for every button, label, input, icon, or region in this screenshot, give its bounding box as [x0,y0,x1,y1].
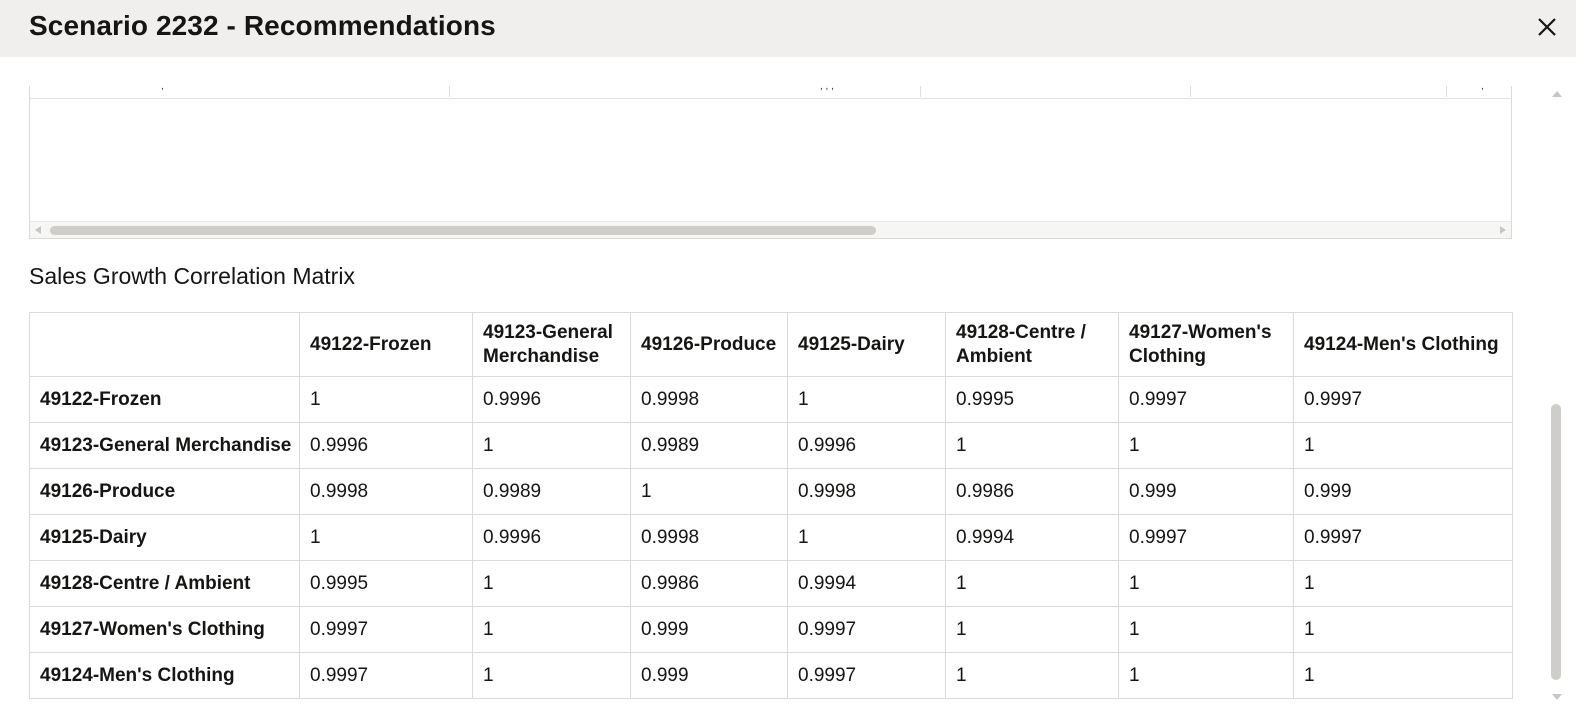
table-cell: 0.9997 [787,652,946,699]
table-cell: 0.9997 [1118,514,1294,561]
table-cell: 1 [1118,422,1294,469]
table-cell: 1 [1293,606,1513,653]
upper-cell-fragment: , , , [820,86,834,92]
upper-grid-row: , , , , , [30,86,1511,99]
table-cell: 0.9994 [945,514,1119,561]
table-row: 49125-Dairy 1 0.9996 0.9998 1 0.9994 0.9… [29,514,1513,561]
upper-grid-cell [921,86,1191,97]
table-cell: 0.9997 [1118,376,1294,423]
dialog-title: Scenario 2232 - Recommendations [29,10,496,41]
table-cell: 0.9997 [299,652,473,699]
table-cell: 1 [787,514,946,561]
table-row: 49123-General Merchandise 0.9996 1 0.998… [29,422,1513,469]
row-header: 49123-General Merchandise [29,422,300,469]
column-header: 49124-Men's Clothing [1293,312,1513,377]
column-header-corner [29,312,300,377]
table-cell: 0.9997 [1293,514,1513,561]
column-header: 49127-Women's Clothing [1118,312,1294,377]
table-cell: 1 [299,376,473,423]
dialog-header: Scenario 2232 - Recommendations [0,0,1576,57]
table-cell: 0.9997 [787,606,946,653]
vertical-scroll-thumb[interactable] [1551,404,1561,680]
row-header: 49125-Dairy [29,514,300,561]
table-cell: 0.9996 [472,376,631,423]
column-header: 49122-Frozen [299,312,473,377]
table-cell: 0.9997 [299,606,473,653]
table-cell: 1 [472,560,631,607]
scroll-down-icon[interactable] [1552,694,1562,700]
table-cell: 1 [1293,652,1513,699]
upper-grid-fragment: , , , , , [29,86,1512,239]
matrix-title: Sales Growth Correlation Matrix [29,263,355,289]
table-cell: 1 [472,652,631,699]
scroll-up-icon[interactable] [1552,91,1562,97]
table-cell: 0.9995 [299,560,473,607]
table-cell: 1 [945,606,1119,653]
table-cell: 1 [1293,560,1513,607]
row-header: 49124-Men's Clothing [29,652,300,699]
row-header: 49122-Frozen [29,376,300,423]
table-cell: 0.9994 [787,560,946,607]
table-cell: 0.9995 [945,376,1119,423]
table-cell: 0.999 [1293,468,1513,515]
column-header: 49125-Dairy [787,312,946,377]
table-cell: 0.999 [1118,468,1294,515]
upper-grid-cell: , , , [450,86,921,97]
table-cell: 0.9998 [630,514,788,561]
table-cell: 1 [945,422,1119,469]
table-cell: 1 [472,422,631,469]
table-row: 49126-Produce 0.9998 0.9989 1 0.9998 0.9… [29,468,1513,515]
scroll-left-icon[interactable] [35,226,41,234]
row-header: 49127-Women's Clothing [29,606,300,653]
table-cell: 0.9998 [630,376,788,423]
table-cell: 1 [472,606,631,653]
row-header: 49126-Produce [29,468,300,515]
table-cell: 1 [630,468,788,515]
column-header: 49126-Produce [630,312,788,377]
table-cell: 1 [1118,652,1294,699]
table-cell: 0.9986 [630,560,788,607]
table-cell: 1 [787,376,946,423]
table-cell: 0.9997 [1293,376,1513,423]
table-cell: 1 [1118,560,1294,607]
table-cell: 1 [1293,422,1513,469]
table-cell: 0.9989 [630,422,788,469]
table-cell: 0.9998 [299,468,473,515]
table-cell: 0.999 [630,652,788,699]
scroll-right-icon[interactable] [1500,226,1506,234]
column-header: 49123-General Merchandise [472,312,631,377]
upper-grid-cell [1191,86,1447,97]
table-row: 49124-Men's Clothing 0.9997 1 0.999 0.99… [29,652,1513,699]
table-cell: 0.9996 [299,422,473,469]
horizontal-scroll-thumb[interactable] [50,226,876,235]
table-cell: 1 [1118,606,1294,653]
column-header: 49128-Centre / Ambient [945,312,1119,377]
close-button[interactable] [1530,10,1564,44]
matrix-header-row: 49122-Frozen 49123-General Merchandise 4… [29,312,1513,377]
table-cell: 0.9986 [945,468,1119,515]
table-cell: 0.999 [630,606,788,653]
upper-cell-fragment: , [161,86,164,92]
upper-grid-cell: , [1447,86,1512,97]
table-row: 49127-Women's Clothing 0.9997 1 0.999 0.… [29,606,1513,653]
table-cell: 0.9989 [472,468,631,515]
table-cell: 1 [945,560,1119,607]
table-cell: 0.9998 [787,468,946,515]
vertical-scrollbar[interactable] [1549,86,1563,700]
table-cell: 1 [299,514,473,561]
row-header: 49128-Centre / Ambient [29,560,300,607]
table-row: 49122-Frozen 1 0.9996 0.9998 1 0.9995 0.… [29,376,1513,423]
upper-grid-cell: , [30,86,450,97]
horizontal-scrollbar[interactable] [30,221,1511,238]
upper-cell-fragment: , [1481,86,1484,92]
table-row: 49128-Centre / Ambient 0.9995 1 0.9986 0… [29,560,1513,607]
table-cell: 0.9996 [472,514,631,561]
close-icon [1538,18,1556,36]
correlation-matrix-table: 49122-Frozen 49123-General Merchandise 4… [29,312,1513,699]
table-cell: 0.9996 [787,422,946,469]
table-cell: 1 [945,652,1119,699]
